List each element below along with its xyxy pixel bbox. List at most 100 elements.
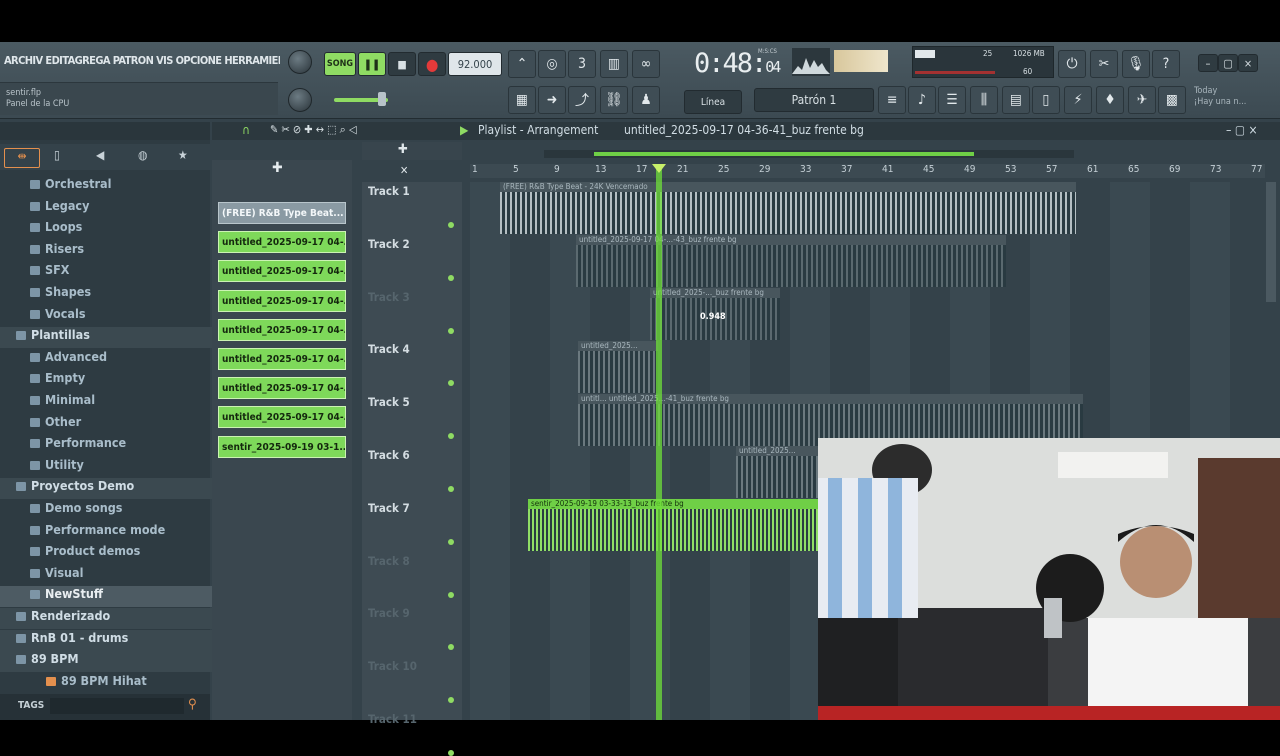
close-button[interactable]: ×: [1238, 54, 1258, 72]
favorites-tab-icon[interactable]: ★: [178, 148, 188, 162]
mixer-icon[interactable]: ⫼: [970, 86, 998, 114]
track-name[interactable]: Track 4: [368, 342, 410, 356]
track-mute-led[interactable]: [448, 538, 454, 545]
picker-clip[interactable]: untitled_2025-09-17 04-...: [218, 289, 346, 312]
track-name[interactable]: Track 5: [368, 395, 410, 409]
browser-item-newstuff[interactable]: NewStuff: [0, 586, 236, 608]
plugin-picker-icon[interactable]: ▤: [1002, 86, 1030, 114]
wait-input-icon[interactable]: ◎: [538, 50, 566, 78]
browser-item-proyectos-demo[interactable]: Proyectos Demo: [0, 478, 222, 500]
tools-icon[interactable]: ✂: [1090, 50, 1118, 78]
track-mute-led[interactable]: [448, 433, 454, 440]
browser-item-visual[interactable]: Visual: [0, 565, 236, 586]
clip-track2[interactable]: untitled_2025-09-17 04-...-43_buz frente…: [576, 235, 1006, 287]
track-name[interactable]: Track 6: [368, 448, 410, 462]
stop-button[interactable]: ■: [388, 52, 416, 76]
picker-add-icon[interactable]: ✚: [272, 160, 283, 176]
picker-clip[interactable]: (FREE) R&B Type Beat...: [218, 202, 346, 224]
step-edit-icon[interactable]: ▥: [600, 50, 628, 78]
track-mute-led[interactable]: [448, 750, 454, 756]
browser-item-orchestral[interactable]: Orchestral: [0, 176, 236, 197]
track-mute-led[interactable]: [448, 644, 454, 651]
vertical-scrollbar[interactable]: [1266, 182, 1276, 302]
countdown-icon[interactable]: 3: [568, 50, 596, 78]
picker-clip[interactable]: sentir_2025-09-19 03-1...: [218, 435, 346, 458]
browser-item-vocals[interactable]: Vocals: [0, 306, 236, 327]
browser-item-product-demos[interactable]: Product demos: [0, 543, 236, 564]
maximize-button[interactable]: ▢: [1218, 54, 1238, 72]
clip-track4[interactable]: untitled_2025...: [578, 341, 658, 393]
track-mute-led[interactable]: [448, 274, 454, 281]
browser-item-other[interactable]: Other: [0, 414, 236, 435]
picker-clip[interactable]: untitled_2025-09-17 04-...: [218, 377, 346, 400]
channel-rack-icon[interactable]: ☰: [938, 86, 966, 114]
picker-clip[interactable]: untitled_2025-09-17 04-...: [218, 318, 346, 341]
typing-keyboard-icon[interactable]: ▦: [508, 86, 536, 114]
performance-icon[interactable]: ♦: [1096, 86, 1124, 114]
browser-item-minimal[interactable]: Minimal: [0, 392, 236, 413]
browser-item-demo-songs[interactable]: Demo songs: [0, 500, 236, 521]
store-icon[interactable]: ▩: [1158, 86, 1186, 114]
browser-item-shapes[interactable]: Shapes: [0, 284, 236, 305]
blend-icon[interactable]: ⤴: [568, 86, 596, 114]
scrollbar-thumb[interactable]: [594, 152, 974, 156]
track-mute-led[interactable]: [448, 327, 454, 334]
picker-clip[interactable]: untitled_2025-09-17 04-...: [218, 406, 346, 429]
browser-icon[interactable]: ▯: [1032, 86, 1060, 114]
browser-item-89-bpm[interactable]: 89 BPM: [0, 651, 222, 673]
help-icon[interactable]: ?: [1152, 50, 1180, 78]
play-pause-button[interactable]: ❚❚: [358, 52, 386, 76]
track-name[interactable]: Track 3: [368, 290, 410, 304]
song-mode-button[interactable]: SONG: [324, 52, 356, 76]
picker-clip[interactable]: untitled_2025-09-17 04-...: [218, 231, 346, 254]
metronome-icon[interactable]: ⌃: [508, 50, 536, 78]
stamp-icon[interactable]: ♟: [632, 86, 660, 114]
playlist-icon[interactable]: ≡: [878, 86, 906, 114]
track-name[interactable]: Track 11: [368, 712, 417, 726]
playhead[interactable]: [656, 164, 662, 720]
link-icon[interactable]: ⛓: [600, 86, 628, 114]
picker-clip[interactable]: untitled_2025-09-17 04-...: [218, 260, 346, 283]
browser-item-loops[interactable]: Loops: [0, 219, 236, 240]
search-icon[interactable]: ⚲: [188, 697, 197, 712]
add-track-icon[interactable]: ✚: [398, 142, 408, 157]
track-name[interactable]: Track 9: [368, 606, 410, 620]
snap-selector[interactable]: Línea: [684, 90, 742, 114]
track-name[interactable]: Track 8: [368, 554, 410, 568]
playlist-window-controls[interactable]: – ▢ ×: [1226, 123, 1258, 137]
browser-item-sfx[interactable]: SFX: [0, 262, 236, 283]
track-name[interactable]: Track 10: [368, 659, 417, 673]
browser-item-renderizado[interactable]: Renderizado: [0, 608, 222, 629]
track-mute-led[interactable]: [448, 486, 454, 492]
magnet-icon[interactable]: ∩: [242, 123, 250, 137]
clip-track7[interactable]: sentir_2025-09-19 03-33-13_buz frente bg: [528, 499, 828, 551]
track-name[interactable]: Track 1: [368, 184, 410, 198]
files-tab-icon[interactable]: ▯: [54, 148, 60, 162]
sounds-tab-icon[interactable]: ◍: [138, 148, 147, 162]
timeline-ruler[interactable]: 1 5 9 13 17 21 25 29 33 37 41 45 49 53 57 61 65 69 73 77: [470, 164, 1265, 178]
picker-clip[interactable]: untitled_2025-09-17 04-...: [218, 348, 346, 370]
track-name[interactable]: Track 2: [368, 237, 410, 251]
browser-item-rnb-01-drums[interactable]: RnB 01 - drums: [0, 629, 222, 651]
track-mute-led[interactable]: [448, 591, 454, 598]
close-picker-icon[interactable]: ✕: [400, 164, 408, 177]
all-tab-icon[interactable]: ⇹: [4, 148, 40, 168]
main-menu[interactable]: ARCHIV EDITAGREGA PATRON VIS OPCIONE HER…: [4, 54, 280, 67]
touch-controller-icon[interactable]: ✈: [1128, 86, 1156, 114]
loop-record-icon[interactable]: ∞: [632, 50, 660, 78]
tempo-display[interactable]: 92.000: [448, 52, 502, 76]
playlist-scrollbar[interactable]: [544, 150, 1074, 158]
arrow-tool-icon[interactable]: ➜: [538, 86, 566, 114]
browser-item-empty[interactable]: Empty: [0, 370, 236, 391]
record-button[interactable]: ●: [418, 52, 446, 76]
news-panel[interactable]: Today ¡Hay una n...: [1194, 86, 1246, 108]
power-icon[interactable]: ⏻: [1058, 50, 1086, 78]
master-pitch-knob[interactable]: [288, 88, 312, 112]
browser-item-performance[interactable]: Performance: [0, 435, 236, 456]
piano-roll-icon[interactable]: ♪: [908, 86, 936, 114]
tags-input[interactable]: [50, 698, 184, 714]
slider-handle[interactable]: [378, 92, 386, 106]
browser-item-advanced[interactable]: Advanced: [0, 349, 236, 370]
microphone-icon[interactable]: 🎙: [1122, 50, 1150, 78]
master-volume-knob[interactable]: [288, 50, 312, 74]
